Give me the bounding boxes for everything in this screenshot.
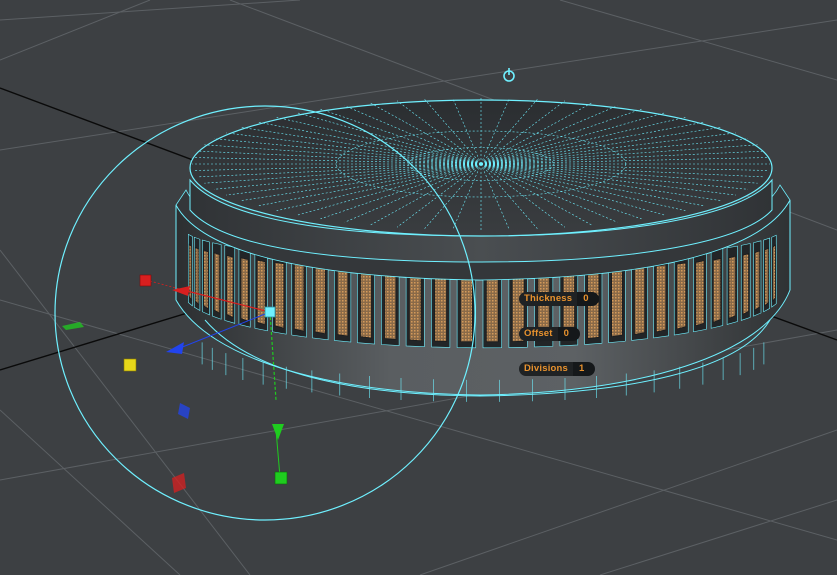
ring-panel: [753, 240, 762, 317]
hud-divisions-value[interactable]: 1: [573, 362, 596, 376]
cylinder-mesh[interactable]: [175, 98, 791, 402]
plane-handle-blue-icon[interactable]: [178, 403, 190, 419]
ring-panel: [188, 233, 193, 307]
ring-panel: [202, 239, 210, 316]
ring-panel: [740, 243, 751, 321]
manipulator-center-icon[interactable]: [264, 306, 276, 318]
ring-panel: [193, 236, 201, 311]
hud-offset[interactable]: Offset 0: [519, 327, 580, 341]
scene-canvas[interactable]: [0, 0, 837, 575]
transform-manipulator[interactable]: [62, 274, 288, 493]
hud-divisions-label: Divisions: [519, 362, 574, 376]
ring-panel: [224, 244, 236, 324]
scale-z-cube-icon[interactable]: [123, 358, 137, 372]
ring-panel: [710, 248, 724, 329]
ring-panel: [693, 250, 707, 333]
scale-x-cube-icon[interactable]: [139, 274, 152, 287]
plane-handle-green-icon[interactable]: [62, 322, 84, 330]
ring-panel: [291, 253, 307, 338]
hud-offset-label: Offset: [519, 327, 558, 341]
ring-panel: [212, 242, 222, 320]
ring-panel: [254, 249, 268, 332]
hud-divisions[interactable]: Divisions 1: [519, 362, 596, 376]
ring-panel: [726, 245, 738, 325]
ring-panel: [238, 247, 251, 328]
viewport-3d[interactable]: Thickness 0 Offset 0 Divisions 1: [0, 0, 837, 575]
ring-panel: [653, 254, 669, 339]
ring-panel: [272, 251, 287, 335]
ring-panel: [763, 237, 770, 313]
scale-y-cube-icon[interactable]: [274, 471, 288, 485]
ring-panel: [673, 252, 689, 336]
ring-panel: [771, 234, 777, 308]
hud-offset-value[interactable]: 0: [557, 327, 580, 341]
hud-thickness-value[interactable]: 0: [577, 292, 600, 306]
hud-thickness-label: Thickness: [519, 292, 578, 306]
hud-thickness[interactable]: Thickness 0: [519, 292, 600, 306]
translate-y-cone-icon[interactable]: [272, 424, 284, 440]
